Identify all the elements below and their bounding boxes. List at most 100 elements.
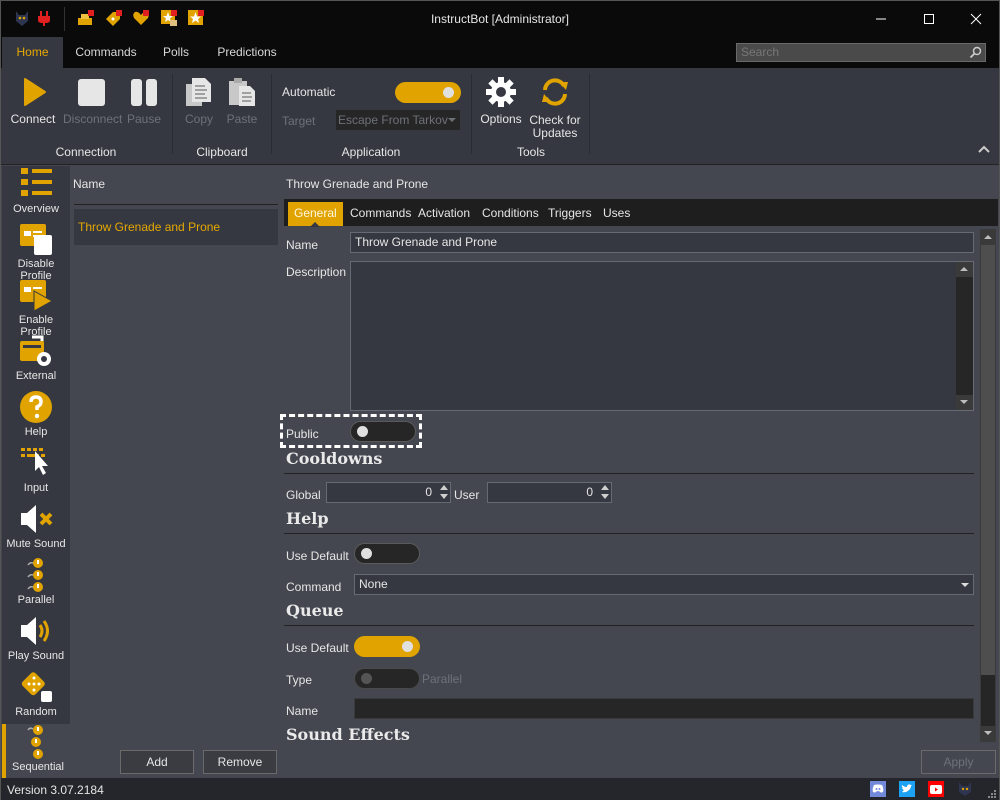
queue-name-label: Name	[286, 704, 319, 718]
add-button[interactable]: Add	[120, 750, 194, 774]
play-icon	[24, 78, 46, 106]
search-input[interactable]: Search	[736, 43, 986, 62]
check-updates-label-2: Updates	[532, 126, 578, 140]
sidebar-item-parallel[interactable]: Parallel	[2, 557, 70, 606]
sidebar-item-overview[interactable]: Overview	[2, 166, 70, 215]
tab-uses[interactable]: Uses	[597, 202, 636, 226]
tab-conditions[interactable]: Conditions	[476, 202, 545, 226]
tab-commands[interactable]: Commands	[344, 202, 417, 226]
resize-grip-icon[interactable]	[986, 788, 996, 798]
scroll-down-button[interactable]	[981, 726, 995, 741]
copy-button[interactable]: Copy	[182, 76, 216, 126]
user-cooldown-label: User	[454, 488, 480, 502]
queue-name-input[interactable]	[354, 698, 974, 719]
connect-label: Connect	[10, 112, 56, 126]
options-button[interactable]: Options	[479, 76, 523, 126]
minimize-icon	[876, 18, 886, 20]
tab-polls[interactable]: Polls	[151, 37, 201, 68]
tab-activation[interactable]: Activation	[412, 202, 476, 226]
spin-buttons[interactable]	[440, 484, 448, 500]
scroll-up-button[interactable]	[956, 262, 973, 277]
chevron-down-icon	[984, 731, 992, 735]
sidebar-item-enable-profile[interactable]: Enable Profile	[2, 277, 70, 338]
twitter-icon[interactable]	[899, 781, 915, 797]
help-use-default-toggle[interactable]	[354, 543, 420, 564]
sidebar-label: Random	[15, 706, 57, 718]
toggle-knob	[361, 673, 372, 684]
refresh-icon	[542, 78, 568, 106]
app-window: InstructBot [Administrator] Home Command…	[0, 0, 1000, 800]
title-bar: InstructBot [Administrator]	[1, 1, 999, 37]
spin-buttons[interactable]	[601, 484, 609, 500]
sidebar-item-random[interactable]: Random	[2, 669, 70, 718]
tab-triggers[interactable]: Triggers	[542, 202, 598, 226]
sidebar-label: Overview	[13, 203, 59, 215]
chevron-down-icon	[961, 583, 969, 587]
chevron-up-icon	[984, 235, 992, 239]
target-select[interactable]: Escape From Tarkov	[336, 110, 460, 130]
gear-icon	[486, 77, 516, 107]
version-label: Version 3.07.2184	[7, 783, 104, 797]
sidebar-item-mute-sound[interactable]: Mute Sound	[2, 501, 70, 550]
list-item[interactable]: Throw Grenade and Prone	[74, 209, 278, 245]
app-logo-icon[interactable]	[957, 781, 973, 797]
cooldowns-heading: Cooldowns	[286, 449, 383, 468]
scroll-down-button[interactable]	[956, 395, 973, 410]
focus-highlight	[280, 414, 422, 448]
scroll-thumb[interactable]	[981, 245, 995, 675]
sidebar-item-play-sound[interactable]: Play Sound	[2, 613, 70, 662]
close-icon	[970, 13, 982, 25]
global-cooldown-stepper[interactable]: 0	[326, 482, 451, 503]
tab-home[interactable]: Home	[2, 37, 63, 68]
group-label-tools: Tools	[516, 145, 545, 159]
external-icon	[20, 335, 51, 366]
scroll-up-button[interactable]	[981, 230, 995, 245]
youtube-icon[interactable]	[928, 781, 944, 797]
sidebar-item-external[interactable]: External	[2, 333, 70, 382]
paste-button[interactable]: Paste	[225, 76, 259, 126]
decrement-icon	[601, 494, 609, 499]
queue-type-value: Parallel	[422, 672, 463, 686]
apply-button[interactable]: Apply	[921, 750, 996, 774]
sidebar-item-help[interactable]: Help	[2, 389, 70, 438]
divider	[284, 473, 974, 474]
collapse-ribbon-icon[interactable]	[977, 144, 991, 154]
check-updates-button[interactable]: Check for Updates	[528, 76, 582, 140]
pause-button[interactable]: Pause	[126, 76, 162, 126]
help-command-select[interactable]: None	[354, 574, 974, 595]
name-label: Name	[286, 238, 319, 252]
detail-scrollbar[interactable]	[980, 229, 996, 742]
detail-tabs: General Commands Activation Conditions T…	[284, 199, 998, 227]
search-icon[interactable]	[969, 46, 982, 59]
group-label-connection: Connection	[55, 145, 117, 159]
tab-general[interactable]: General	[288, 202, 343, 227]
discord-icon[interactable]	[870, 781, 886, 797]
divider	[74, 204, 278, 205]
user-cooldown-stepper[interactable]: 0	[487, 482, 612, 503]
queue-type-toggle[interactable]	[354, 668, 420, 689]
connect-button[interactable]: Connect	[10, 76, 56, 126]
minimize-button[interactable]	[858, 1, 904, 37]
name-input[interactable]: Throw Grenade and Prone	[350, 232, 974, 253]
chevron-up-icon	[960, 267, 968, 271]
close-button[interactable]	[953, 1, 999, 37]
maximize-button[interactable]	[906, 1, 952, 37]
paste-label: Paste	[226, 112, 258, 126]
help-command-label: Command	[286, 580, 342, 594]
queue-heading: Queue	[286, 601, 344, 620]
remove-button[interactable]: Remove	[203, 750, 277, 774]
description-scrollbar[interactable]	[956, 262, 973, 410]
automatic-toggle[interactable]	[395, 82, 461, 103]
description-textarea[interactable]	[350, 261, 974, 411]
sidebar-item-sequential[interactable]: Sequential	[2, 724, 70, 778]
sidebar-item-input[interactable]: Input	[2, 445, 70, 494]
list-column-header[interactable]: Name	[73, 177, 105, 191]
sidebar-label: Help	[24, 426, 48, 438]
tab-commands[interactable]: Commands	[71, 37, 141, 68]
discord-glyph	[872, 784, 884, 793]
sidebar-item-disable-profile[interactable]: Disable Profile	[2, 221, 70, 282]
disconnect-label: Disconnect	[63, 112, 123, 126]
tab-predictions[interactable]: Predictions	[211, 37, 283, 68]
queue-use-default-toggle[interactable]	[354, 636, 420, 657]
disconnect-button[interactable]: Disconnect	[63, 76, 123, 126]
